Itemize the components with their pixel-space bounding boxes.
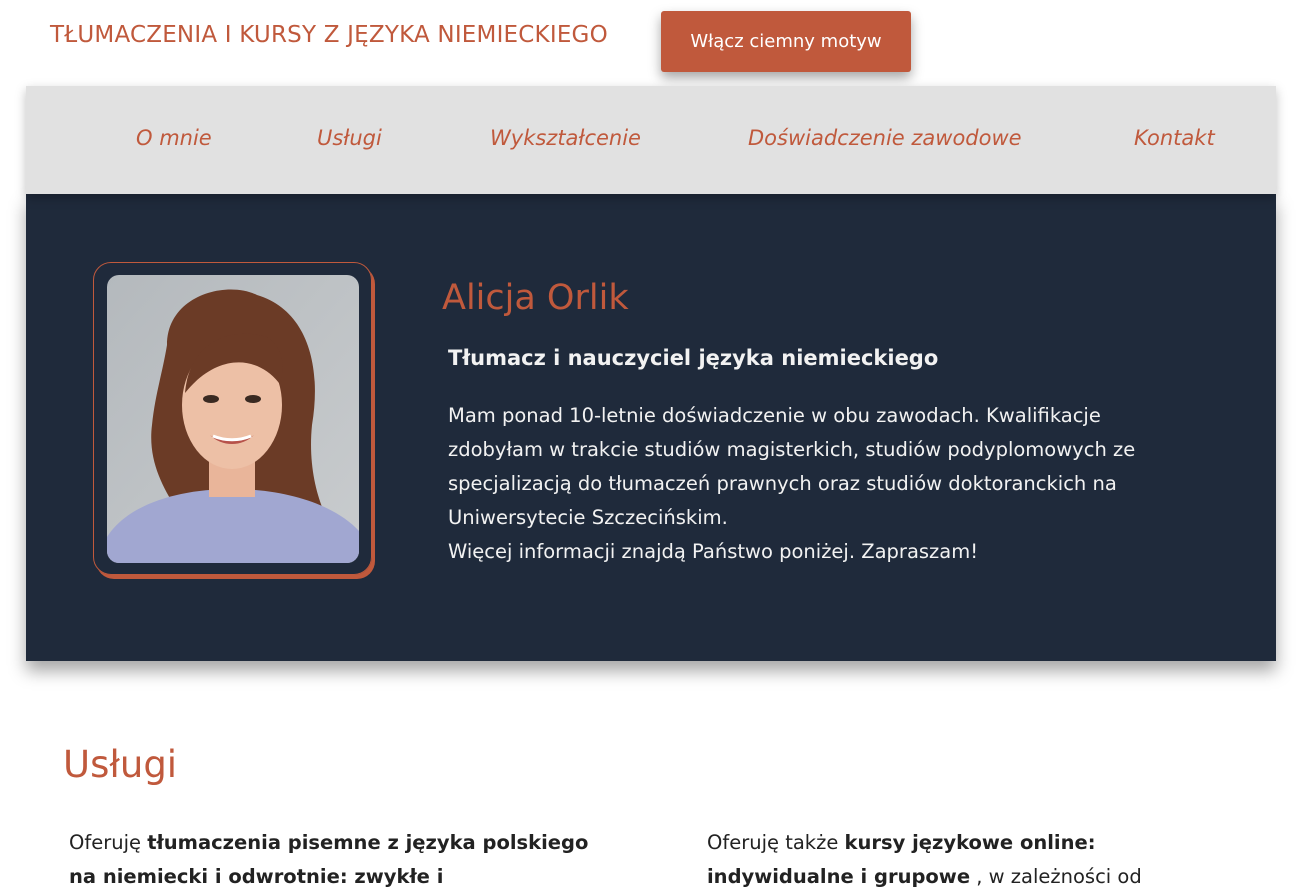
nav-item-services[interactable]: Usługi [317, 126, 382, 150]
bio-paragraph: Mam ponad 10-letnie doświadczenie w obu … [448, 404, 1136, 529]
services-left-prefix: Oferuję [69, 831, 148, 854]
services-heading: Usługi [63, 743, 178, 786]
nav-item-contact[interactable]: Kontakt [1134, 126, 1215, 150]
hero-section: Alicja Orlik Tłumacz i nauczyciel języka… [26, 194, 1276, 661]
services-right-suffix: , w zależności od [970, 865, 1142, 888]
main-navigation: O mnie Usługi Wykształcenie Doświadczeni… [26, 86, 1276, 194]
nav-item-about[interactable]: O mnie [136, 126, 212, 150]
site-title: TŁUMACZENIA I KURSY Z JĘZYKA NIEMIECKIEG… [50, 22, 608, 48]
services-right-prefix: Oferuję także [707, 831, 845, 854]
bio-text: Mam ponad 10-letnie doświadczenie w obu … [448, 399, 1188, 569]
nav-item-experience[interactable]: Doświadczenie zawodowe [748, 126, 1022, 150]
services-right-column: Oferuję także kursy językowe online: ind… [707, 826, 1177, 894]
person-name: Alicja Orlik [442, 278, 629, 318]
nav-item-education[interactable]: Wykształcenie [490, 126, 641, 150]
dark-theme-toggle-button[interactable]: Włącz ciemny motyw [661, 11, 911, 72]
bio-closing: Więcej informacji znajdą Państwo poniżej… [448, 540, 979, 563]
services-left-bold: tłumaczenia pisemne z języka polskiego n… [69, 831, 589, 888]
profile-photo [107, 275, 359, 563]
person-subtitle: Tłumacz i nauczyciel języka niemieckiego [448, 346, 939, 370]
services-left-column: Oferuję tłumaczenia pisemne z języka pol… [69, 826, 609, 894]
